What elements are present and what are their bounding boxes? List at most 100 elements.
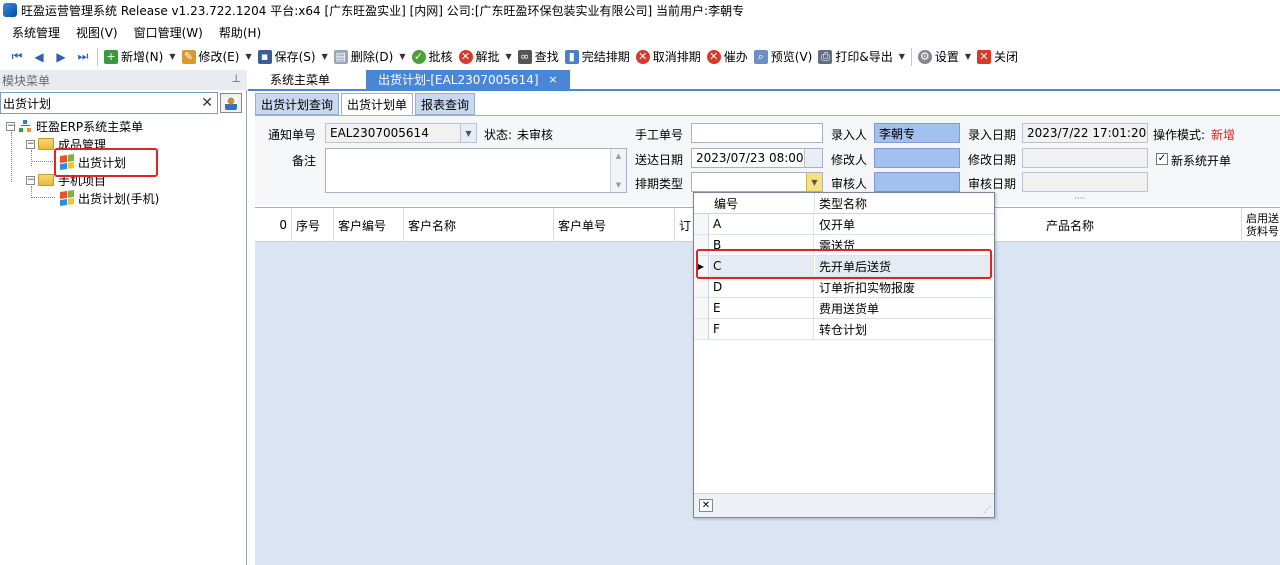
windows-icon xyxy=(60,190,74,206)
col-customer-order-no[interactable]: 客户单号 xyxy=(554,208,675,242)
popup-cell-code[interactable]: F xyxy=(710,319,814,339)
popup-cell-name[interactable]: 转仓计划 xyxy=(815,319,994,339)
collapse-icon[interactable]: − xyxy=(6,121,15,131)
settings-button[interactable]: ⚙ 设置 ▼ xyxy=(915,46,974,68)
calendar-dropdown-icon[interactable] xyxy=(804,149,822,167)
popup-header: 编号 类型名称 xyxy=(694,193,994,214)
schedule-type-label: 排期类型 xyxy=(635,177,684,191)
new-system-checkbox[interactable]: ✓ xyxy=(1156,153,1168,165)
row-count-header[interactable]: 0 xyxy=(255,208,292,242)
tab-main-menu[interactable]: 系统主菜单 xyxy=(258,70,342,89)
unapprove-button[interactable]: ✕ 解批 ▼ xyxy=(456,46,515,68)
toolbar-separator xyxy=(97,47,98,66)
menu-system[interactable]: 系统管理 xyxy=(4,24,68,41)
find-button[interactable]: ∞ 查找 xyxy=(515,46,562,68)
tab-shipment-query[interactable]: 出货计划查询 xyxy=(255,93,340,115)
prev-record-button[interactable]: ◀ xyxy=(28,47,50,67)
tree-item-shipment-plan-mobile[interactable]: 出货计划(手机) xyxy=(60,189,159,207)
highlight-box xyxy=(696,249,992,279)
print-dropdown-icon[interactable]: ▼ xyxy=(899,52,905,61)
print-export-button[interactable]: ⎙ 打印&导出 ▼ xyxy=(815,46,908,68)
collapse-icon[interactable]: − xyxy=(26,175,35,185)
user-search-button[interactable] xyxy=(220,93,242,113)
col-seq[interactable]: 序号 xyxy=(292,208,334,242)
popup-col-code[interactable]: 编号 xyxy=(710,193,815,214)
pin-icon[interactable]: ⊥ xyxy=(231,72,241,85)
edit-button[interactable]: ✎ 修改(E) ▼ xyxy=(179,46,255,68)
add-icon: + xyxy=(104,49,118,64)
delete-button[interactable]: ▤ 删除(D) ▼ xyxy=(331,46,409,68)
col-order[interactable]: 订 xyxy=(675,208,695,242)
menu-view[interactable]: 视图(V) xyxy=(68,24,126,41)
module-menu-header: 模块菜单 ⊥ xyxy=(0,70,247,90)
cancel-schedule-button[interactable]: ✕ 取消排期 xyxy=(633,46,704,68)
approve-button[interactable]: ✓ 批核 xyxy=(409,46,456,68)
new-system-label: 新系统开单 xyxy=(1171,154,1232,168)
save-dropdown-icon[interactable]: ▼ xyxy=(322,52,328,61)
popup-cell-name[interactable]: 仅开单 xyxy=(815,214,994,234)
popup-cell-code[interactable]: E xyxy=(710,298,814,318)
chevron-down-icon[interactable]: ▼ xyxy=(806,173,822,191)
remind-icon: ✕ xyxy=(706,49,721,64)
popup-col-name[interactable]: 类型名称 xyxy=(815,193,994,214)
scroll-down-icon[interactable]: ▼ xyxy=(616,181,621,189)
folder-icon xyxy=(38,174,54,186)
tab-close-icon[interactable]: × xyxy=(549,73,558,86)
tab-shipment-plan[interactable]: 出货计划-[EAL2307005614] × xyxy=(366,70,570,89)
app-icon xyxy=(3,3,17,17)
deliver-date-input[interactable]: 2023/07/23 08:00 xyxy=(691,148,823,168)
remark-textarea[interactable]: ▲ ▼ xyxy=(325,148,627,193)
popup-cell-code[interactable]: D xyxy=(710,277,814,297)
close-button[interactable]: ✕ 关闭 xyxy=(974,46,1021,68)
scroll-up-icon[interactable]: ▲ xyxy=(616,152,621,160)
col-customer-code[interactable]: 客户编号 xyxy=(334,208,404,242)
tab-report-query[interactable]: 报表查询 xyxy=(415,93,476,115)
delete-dropdown-icon[interactable]: ▼ xyxy=(399,52,405,61)
finish-schedule-button[interactable]: ▮ 完结排期 xyxy=(562,46,633,68)
splitter-handle[interactable]: ···· xyxy=(1074,194,1085,204)
col-customer-name[interactable]: 客户名称 xyxy=(404,208,554,242)
popup-cell-name[interactable]: 订单折扣实物报废 xyxy=(815,277,994,297)
resize-grip-icon[interactable]: ⋰ xyxy=(983,505,991,514)
last-record-button[interactable]: ⏭ xyxy=(72,47,94,67)
popup-footer: ✕ ⋰ xyxy=(694,493,994,517)
close-icon[interactable]: ✕ xyxy=(699,499,713,512)
chevron-down-icon[interactable]: ▼ xyxy=(460,124,476,142)
preview-button[interactable]: ⌕ 预览(V) xyxy=(751,46,816,68)
tree-root[interactable]: − 旺盈ERP系统主菜单 xyxy=(6,117,143,135)
settings-dropdown-icon[interactable]: ▼ xyxy=(965,52,971,61)
col-enable-delivery-code[interactable]: 启用送货料号 xyxy=(1242,208,1280,242)
next-record-button[interactable]: ▶ xyxy=(50,47,72,67)
popup-row[interactable]: F 转仓计划 xyxy=(694,319,994,340)
popup-row[interactable]: A 仅开单 xyxy=(694,214,994,235)
popup-row[interactable]: D 订单折扣实物报废 xyxy=(694,277,994,298)
remind-button[interactable]: ✕ 催办 xyxy=(704,46,751,68)
menu-help[interactable]: 帮助(H) xyxy=(211,24,269,41)
menu-window[interactable]: 窗口管理(W) xyxy=(126,24,211,41)
popup-row[interactable]: E 费用送货单 xyxy=(694,298,994,319)
clear-search-icon[interactable]: ✕ xyxy=(201,95,213,111)
col-product-name[interactable]: 产品名称 xyxy=(1042,208,1242,242)
add-dropdown-icon[interactable]: ▼ xyxy=(169,52,175,61)
manual-no-input[interactable] xyxy=(691,123,823,143)
row-indicator xyxy=(694,214,709,234)
popup-cell-name[interactable]: 费用送货单 xyxy=(815,298,994,318)
textarea-scrollbar[interactable]: ▲ ▼ xyxy=(610,149,626,192)
schedule-type-popup: 编号 类型名称 A 仅开单 B 需送货 ▶ C 先开单后送货 D 订单折扣实物报废 E 费用送货单 F… xyxy=(693,192,995,518)
save-button[interactable]: ▪ 保存(S) ▼ xyxy=(255,46,331,68)
review-date-label: 审核日期 xyxy=(968,177,1017,191)
schedule-type-select[interactable]: ▼ xyxy=(691,172,823,192)
notice-no-field[interactable]: EAL2307005614 ▼ xyxy=(325,123,477,143)
edit-dropdown-icon[interactable]: ▼ xyxy=(245,52,251,61)
collapse-icon[interactable]: − xyxy=(26,139,35,149)
toolbar: ⏮ ◀ ▶ ⏭ + 新增(N) ▼ ✎ 修改(E) ▼ ▪ 保存(S) ▼ ▤ 删除(D) ▼ … xyxy=(0,44,1280,69)
first-record-button[interactable]: ⏮ xyxy=(6,47,28,67)
tree-connector xyxy=(31,161,55,162)
popup-cell-code[interactable]: A xyxy=(710,214,814,234)
row-indicator xyxy=(694,298,709,318)
menu-search-input[interactable]: 出货计划 ✕ xyxy=(0,92,218,114)
add-button[interactable]: + 新增(N) ▼ xyxy=(101,46,179,68)
tab-shipment-order[interactable]: 出货计划单 xyxy=(341,93,414,115)
review-date-field xyxy=(1022,172,1148,192)
unapprove-dropdown-icon[interactable]: ▼ xyxy=(506,52,512,61)
